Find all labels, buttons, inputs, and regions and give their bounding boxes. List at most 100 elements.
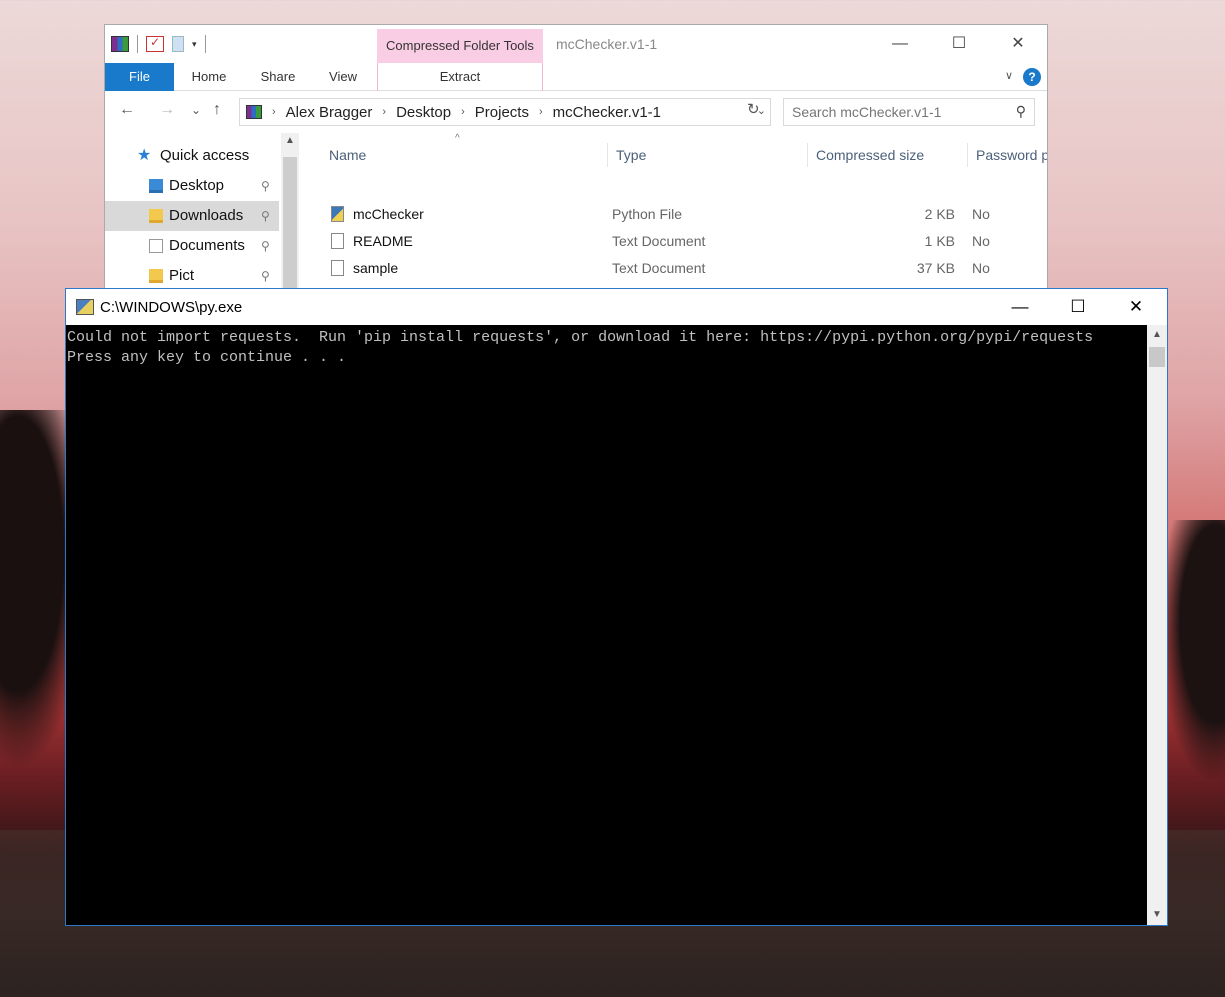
star-icon: ★ [137, 147, 152, 164]
archive-location-icon [246, 105, 262, 119]
nav-quick-access-label: Quick access [160, 147, 250, 164]
navpane-scroll-thumb[interactable] [283, 157, 297, 303]
python-console-icon[interactable] [76, 299, 94, 315]
file-size: 37 KB [916, 260, 955, 276]
quick-access-toolbar: ▾ [111, 35, 206, 53]
text-file-icon [331, 260, 344, 276]
help-icon[interactable]: ? [1023, 68, 1041, 86]
desktop-folder-icon [149, 179, 163, 193]
console-window-title: C:\WINDOWS\py.exe [100, 299, 243, 316]
breadcrumb-desktop[interactable]: Desktop [396, 104, 451, 121]
back-arrow-icon[interactable]: ← [119, 101, 135, 119]
explorer-close-button[interactable]: ✕ [995, 31, 1041, 57]
console-titlebar[interactable]: C:\WINDOWS\py.exe — ☐ ✕ [66, 289, 1167, 325]
file-row-mcchecker[interactable]: mcChecker Python File 2 KB No [299, 201, 1047, 228]
file-row-readme[interactable]: README Text Document 1 KB No [299, 228, 1047, 255]
console-line: Press any key to continue . . . [67, 349, 347, 366]
address-row: ← → ⌄ ↑ › Alex Bragger › Desktop › Proje… [105, 91, 1047, 133]
column-header-compressed-size[interactable]: Compressed size [807, 143, 959, 167]
breadcrumb-projects[interactable]: Projects [475, 104, 529, 121]
console-scroll-thumb[interactable] [1149, 347, 1165, 367]
tab-file[interactable]: File [105, 63, 174, 91]
file-size: 1 KB [924, 233, 955, 249]
column-header-type[interactable]: Type [607, 143, 799, 167]
desktop-wallpaper-tree-right [1160, 520, 1225, 780]
python-file-icon [331, 206, 344, 222]
breadcrumb-alex-bragger[interactable]: Alex Bragger [286, 104, 373, 121]
file-explorer-window: ▾ Compressed Folder Tools mcChecker.v1-1… [104, 24, 1048, 304]
file-password: No [972, 233, 990, 249]
search-box: ⚲ [783, 98, 1035, 126]
nav-item-label: Desktop [169, 177, 225, 194]
tab-view[interactable]: View [315, 63, 371, 91]
search-input[interactable] [784, 99, 1004, 125]
console-close-button[interactable]: ✕ [1107, 294, 1165, 320]
console-output[interactable]: Could not import requests. Run 'pip inst… [66, 325, 1147, 925]
ribbon-tabs: File Home Share View Extract ∨ ? [105, 63, 1047, 91]
text-file-icon [331, 233, 344, 249]
breadcrumb-mcchecker[interactable]: mcChecker.v1-1 [553, 104, 661, 121]
address-bar[interactable]: › Alex Bragger › Desktop › Projects › mc… [239, 98, 771, 126]
console-window: C:\WINDOWS\py.exe — ☐ ✕ Could not import… [65, 288, 1168, 926]
explorer-titlebar: ▾ Compressed Folder Tools mcChecker.v1-1… [105, 25, 1047, 63]
nav-item-pictures[interactable]: Pict ⚲ [105, 261, 279, 291]
tab-home[interactable]: Home [179, 63, 239, 91]
pin-icon[interactable]: ⚲ [261, 201, 270, 231]
file-list: ^ Name Type Compressed size Password p..… [299, 133, 1047, 303]
breadcrumb-separator: › [538, 106, 543, 118]
nav-item-downloads[interactable]: Downloads ⚲ [105, 201, 279, 231]
file-type: Text Document [612, 233, 706, 249]
pin-icon[interactable]: ⚲ [261, 171, 270, 201]
console-maximize-button[interactable]: ☐ [1049, 294, 1107, 320]
pin-icon[interactable]: ⚲ [261, 261, 270, 291]
scroll-up-icon[interactable]: ▲ [1152, 329, 1162, 340]
documents-folder-icon [149, 239, 163, 253]
nav-item-documents[interactable]: Documents ⚲ [105, 231, 279, 261]
navigation-pane: ★ Quick access Desktop ⚲ Downloads ⚲ Doc… [105, 133, 299, 303]
file-password: No [972, 206, 990, 222]
nav-item-label: Downloads [169, 207, 244, 224]
downloads-folder-icon [149, 209, 163, 223]
winrar-icon[interactable] [111, 36, 129, 52]
qat-separator [204, 35, 206, 53]
tab-extract[interactable]: Extract [377, 63, 543, 91]
file-type: Text Document [612, 260, 706, 276]
forward-arrow-icon[interactable]: → [159, 101, 175, 119]
qat-customize-dropdown[interactable]: ▾ [192, 39, 197, 50]
nav-quick-access[interactable]: ★ Quick access [105, 141, 279, 171]
console-scrollbar[interactable]: ▲ ▼ [1147, 325, 1167, 925]
file-row-sample[interactable]: sample Text Document 37 KB No [299, 255, 1047, 282]
tab-share[interactable]: Share [248, 63, 308, 91]
file-name: sample [353, 260, 399, 276]
nav-item-label: Documents [169, 237, 245, 254]
nav-item-label: Pict [169, 267, 195, 284]
column-header-password[interactable]: Password p... [967, 143, 1047, 167]
breadcrumb-separator: › [272, 106, 276, 118]
column-header-name[interactable]: Name [321, 143, 601, 167]
pictures-folder-icon [149, 269, 163, 283]
breadcrumb-separator: › [461, 106, 465, 118]
recent-locations-chevron-icon[interactable]: ⌄ [191, 103, 201, 117]
refresh-icon[interactable]: ↻ [747, 100, 760, 118]
breadcrumb-separator: › [382, 106, 387, 118]
nav-item-desktop[interactable]: Desktop ⚲ [105, 171, 279, 201]
scroll-up-icon[interactable]: ▲ [285, 135, 295, 146]
qat-separator [137, 35, 138, 53]
console-minimize-button[interactable]: — [991, 294, 1049, 320]
new-folder-icon[interactable] [172, 36, 184, 52]
explorer-minimize-button[interactable]: — [877, 31, 923, 57]
file-name: mcChecker [353, 206, 424, 222]
ribbon-expand-chevron-icon[interactable]: ∨ [1005, 69, 1013, 82]
navpane-scrollbar[interactable]: ▲ [281, 133, 299, 303]
explorer-window-title: mcChecker.v1-1 [556, 36, 658, 52]
explorer-maximize-button[interactable]: ☐ [936, 31, 982, 57]
file-password: No [972, 260, 990, 276]
console-line: Could not import requests. Run 'pip inst… [67, 329, 1094, 346]
scroll-down-icon[interactable]: ▼ [1152, 909, 1162, 920]
file-type: Python File [612, 206, 683, 222]
properties-icon[interactable] [146, 35, 164, 52]
compressed-folder-tools-header: Compressed Folder Tools [377, 29, 543, 63]
search-icon[interactable]: ⚲ [1016, 103, 1026, 120]
up-arrow-icon[interactable]: ↑ [213, 101, 221, 119]
pin-icon[interactable]: ⚲ [261, 231, 270, 261]
